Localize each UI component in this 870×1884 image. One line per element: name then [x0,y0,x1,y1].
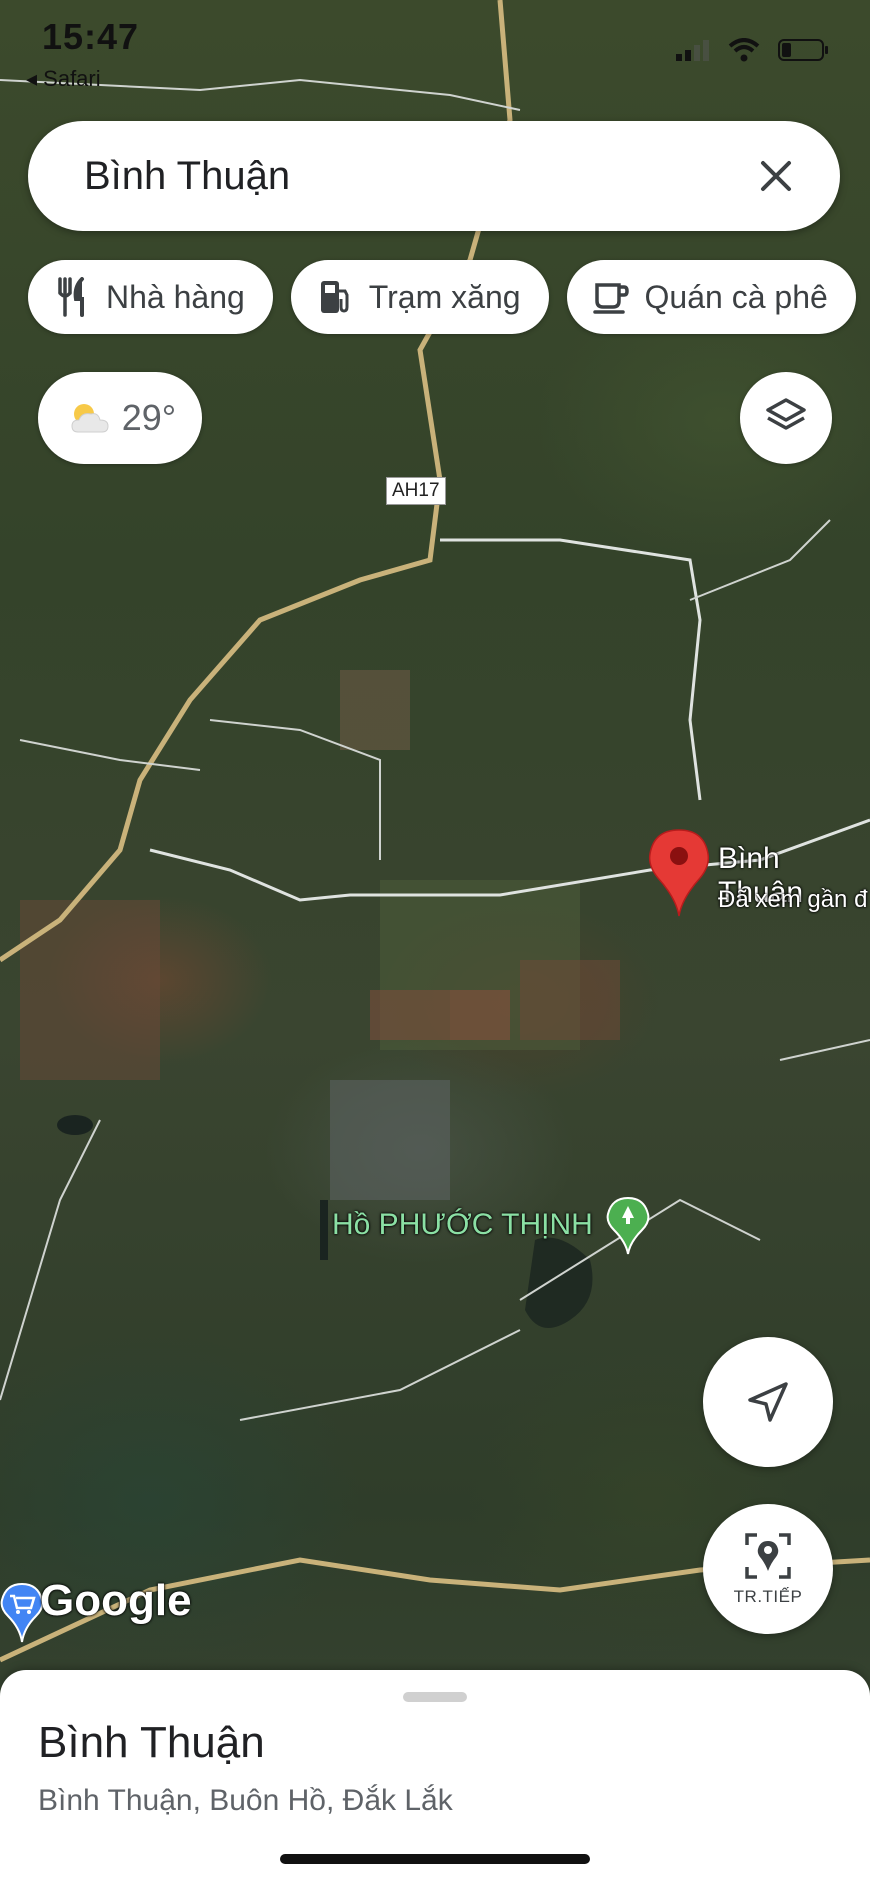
coffee-icon [592,283,629,314]
status-icons [676,38,830,62]
live-view-button[interactable]: TR.TIẾP [703,1504,833,1634]
weather-badge[interactable]: 29° [38,372,202,464]
cellular-signal-icon [676,40,709,61]
park-pin-icon[interactable] [606,1196,650,1256]
road-shield-label: AH17 [386,477,446,505]
close-icon [761,161,791,191]
wifi-icon [728,38,760,62]
search-bar[interactable]: Bình Thuận [28,121,840,231]
weather-temperature: 29° [121,397,177,438]
live-view-icon [745,1533,791,1579]
chip-label: Trạm xăng [368,278,521,315]
chip-label: Nhà hàng [106,278,245,315]
category-chips: Nhà hàng Trạm xăng Quán cà phê [28,260,856,334]
gas-station-icon [320,281,349,313]
chip-restaurants[interactable]: Nhà hàng [28,260,273,334]
directions-button[interactable] [703,1337,833,1467]
home-indicator[interactable] [280,1854,590,1864]
place-pin-icon[interactable] [648,828,710,918]
chip-gas-stations[interactable]: Trạm xăng [290,260,549,334]
place-name: Bình Thuận [38,1718,265,1767]
sheet-drag-handle[interactable] [403,1692,467,1702]
restaurant-icon [58,277,84,317]
battery-icon [778,39,828,61]
pin-subtitle: Đã xem gần đ [718,886,868,913]
status-bar: 15:47 ◂ Safari [0,0,870,92]
place-bottom-sheet[interactable]: Bình Thuận Bình Thuận, Buôn Hồ, Đắk Lắk [0,1670,870,1884]
layers-icon [766,398,806,430]
back-to-safari[interactable]: ◂ Safari [26,66,101,92]
status-time: 15:47 [42,16,140,57]
navigation-arrow-icon [748,1382,788,1422]
lake-label[interactable]: Hồ PHƯỚC THỊNH [332,1208,593,1242]
search-query[interactable]: Bình Thuận [84,154,746,199]
google-logo: Google [40,1576,192,1625]
live-view-label: TR.TIẾP [733,1587,803,1606]
chip-label: Quán cà phê [644,278,828,315]
shopping-pin-icon[interactable] [0,1582,44,1644]
clear-search-button[interactable] [746,146,806,206]
chip-coffee[interactable]: Quán cà phê [566,260,856,334]
map-layers-button[interactable] [740,372,832,464]
place-address: Bình Thuận, Buôn Hồ, Đắk Lắk [38,1784,453,1817]
partly-cloudy-icon [71,404,109,433]
